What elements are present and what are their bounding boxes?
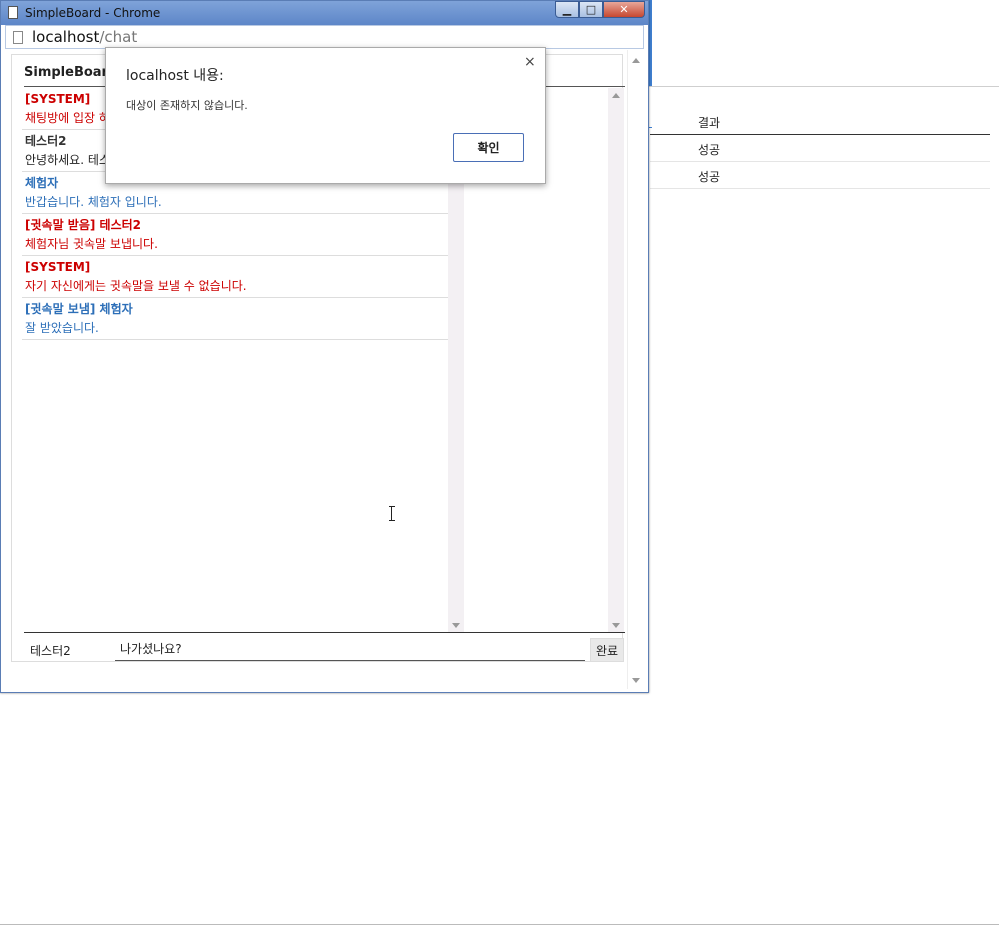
board-title: SimpleBoard xyxy=(24,65,118,80)
list-item: [귓속말 받음] 테스터2 체험자님 귓속말 보냅니다. xyxy=(22,214,448,256)
message-text: 체험자님 귓속말 보냅니다. xyxy=(25,237,158,251)
scroll-up-arrow-icon[interactable] xyxy=(612,93,620,98)
message-sender: [SYSTEM] xyxy=(25,260,91,274)
table-cell-result: 성공 xyxy=(698,143,721,157)
page-scrollbar[interactable] xyxy=(627,50,644,689)
table-header-result: 결과 xyxy=(698,116,721,130)
maximize-button[interactable]: □ xyxy=(579,1,603,18)
url-path: /chat xyxy=(99,28,138,46)
alert-dialog: localhost 내용: × 대상이 존재하지 않습니다. 확인 xyxy=(105,47,546,184)
page-icon xyxy=(13,31,23,44)
close-window-button[interactable]: ✕ xyxy=(603,1,645,18)
message-text: 반갑습니다. 체험자 입니다. xyxy=(25,195,162,209)
input-divider xyxy=(24,632,625,633)
send-button[interactable]: 완료 xyxy=(590,638,624,662)
dialog-message: 대상이 존재하지 않습니다. xyxy=(126,99,248,112)
table-cell-result: 성공 xyxy=(698,170,721,184)
message-text: 자기 자신에게는 귓속말을 보낼 수 없습니다. xyxy=(25,279,247,293)
dialog-title: localhost 내용: xyxy=(126,68,224,84)
page-icon xyxy=(8,6,18,19)
scroll-down-arrow-icon[interactable] xyxy=(612,623,620,628)
text-cursor-icon xyxy=(389,506,395,521)
scroll-down-arrow-icon[interactable] xyxy=(452,623,460,628)
address-bar[interactable]: localhost/chat xyxy=(5,25,644,49)
list-item: [귓속말 보냄] 체험자 잘 받았습니다. xyxy=(22,298,448,340)
message-sender: [귓속말 받음] 테스터2 xyxy=(25,218,141,232)
window-titlebar[interactable]: SimpleBoard - Chrome ▁ □ ✕ xyxy=(1,1,648,25)
url-text: localhost/chat xyxy=(32,28,137,46)
table-header-row: 결과 xyxy=(650,108,990,135)
url-host: localhost xyxy=(32,28,100,46)
background-divider xyxy=(0,924,999,925)
list-item: [SYSTEM] 자기 자신에게는 귓속말을 보낼 수 없습니다. xyxy=(22,256,448,298)
message-input[interactable] xyxy=(115,637,585,661)
message-text: 잘 받았습니다. xyxy=(25,321,99,335)
input-target-name: 테스터2 xyxy=(30,644,71,658)
table-row: 성공 xyxy=(650,135,990,162)
dialog-close-icon[interactable]: × xyxy=(524,54,536,70)
minimize-button[interactable]: ▁ xyxy=(555,1,579,18)
table-row: 성공 xyxy=(650,162,990,189)
scroll-up-arrow-icon[interactable] xyxy=(632,58,640,63)
background-results-table: 결과 성공 성공 xyxy=(650,108,990,189)
ok-button[interactable]: 확인 xyxy=(453,133,524,162)
window-title: SimpleBoard - Chrome xyxy=(25,6,161,20)
message-sender: [귓속말 보냄] 체험자 xyxy=(25,302,133,316)
user-list-scrollbar[interactable] xyxy=(608,88,624,633)
chrome-popup-window: SimpleBoard - Chrome ▁ □ ✕ localhost/cha… xyxy=(0,0,649,693)
scroll-down-arrow-icon[interactable] xyxy=(632,678,640,683)
